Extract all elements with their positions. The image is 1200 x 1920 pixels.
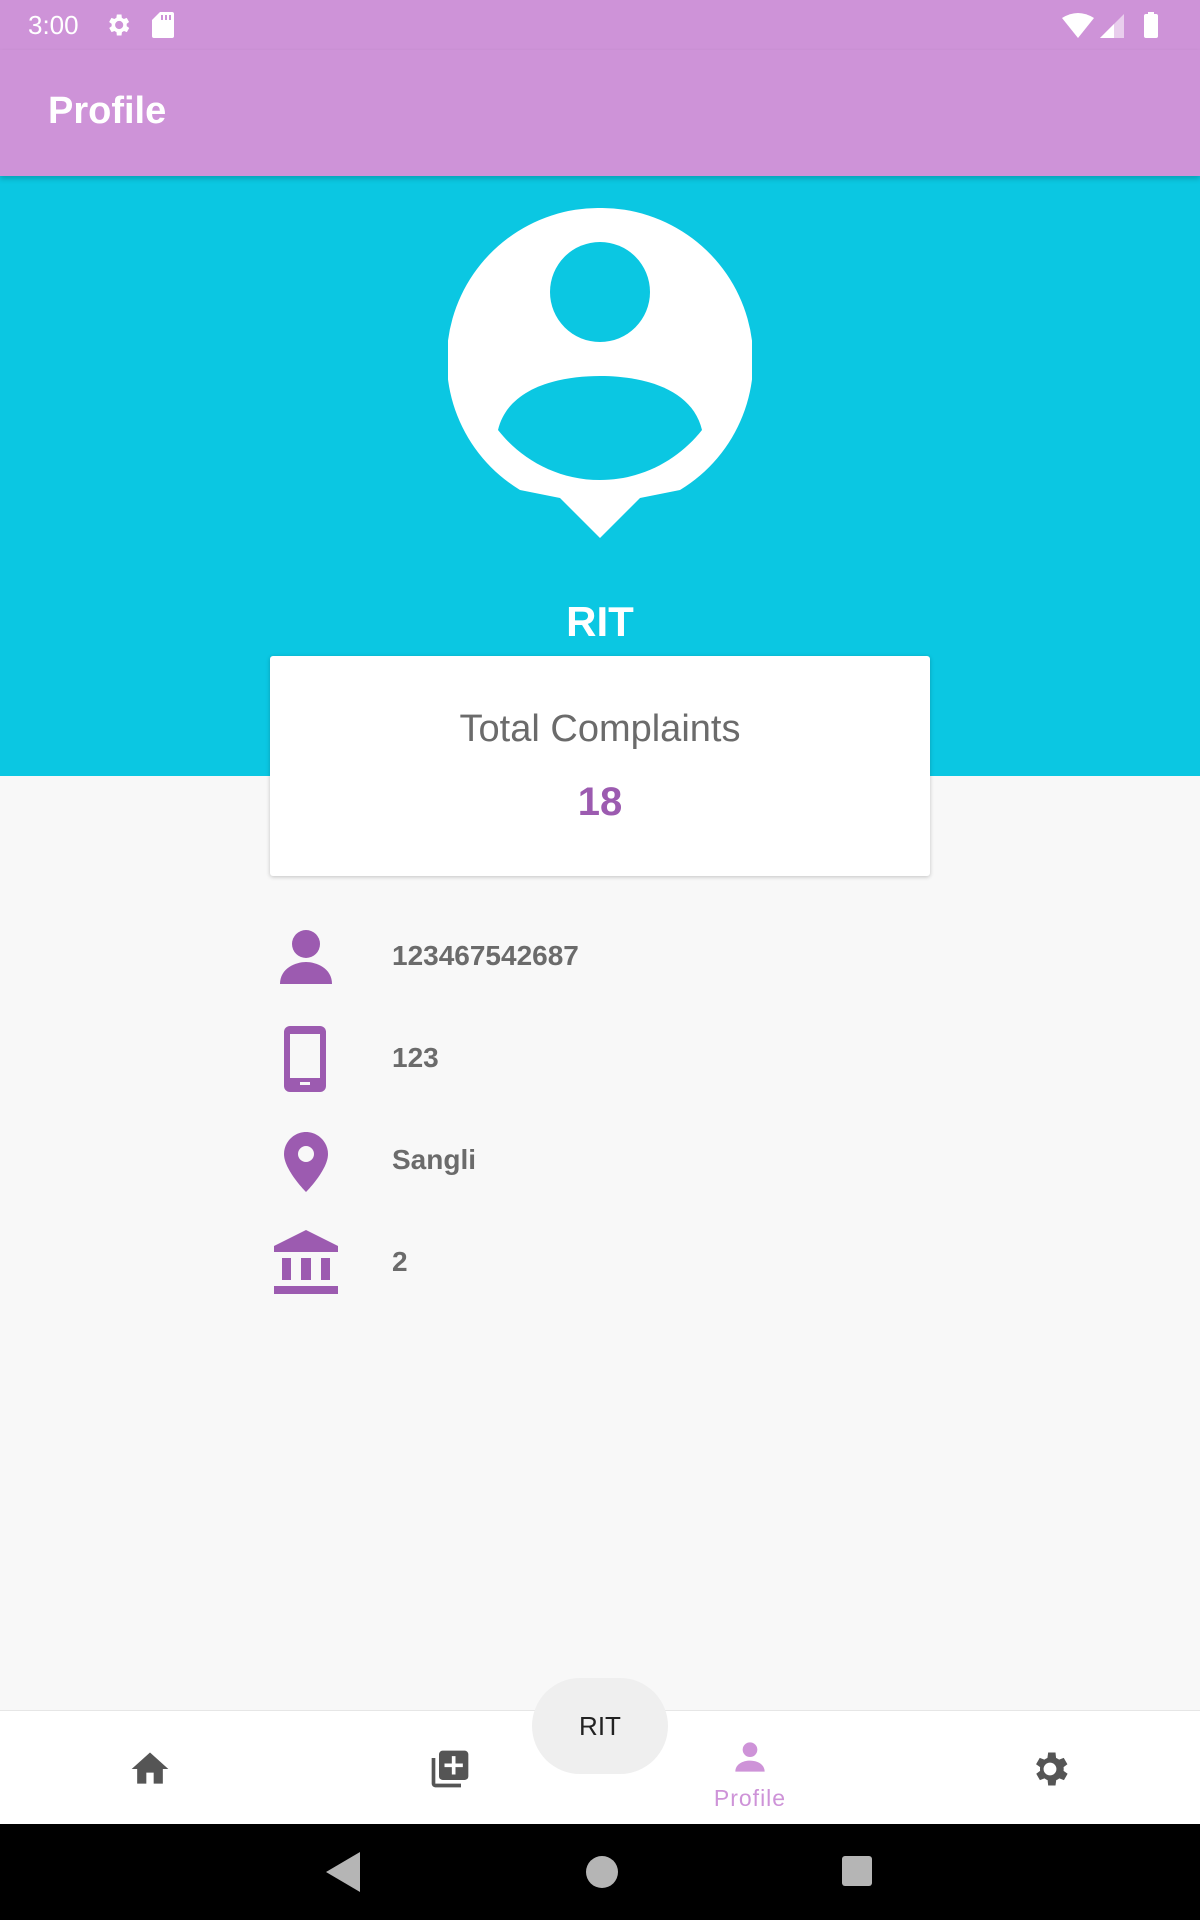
info-value: Sangli bbox=[392, 1144, 477, 1175]
settings-icon bbox=[1036, 1752, 1068, 1786]
sd-card-icon bbox=[152, 12, 174, 38]
add-library-icon bbox=[431, 1750, 469, 1788]
gear-icon bbox=[109, 14, 130, 36]
stat-value: 18 bbox=[577, 780, 623, 824]
status-bar: 3:00 bbox=[0, 0, 1200, 50]
account-pin-icon bbox=[448, 208, 752, 538]
info-row-location: Sangli bbox=[270, 1120, 970, 1200]
info-value: 123467542687 bbox=[392, 940, 579, 971]
info-row-institution: 2 bbox=[270, 1222, 970, 1302]
nav-item-home[interactable] bbox=[0, 1711, 300, 1825]
info-row-id: 123467542687 bbox=[270, 916, 970, 996]
person-icon bbox=[280, 930, 332, 984]
home-button-icon[interactable] bbox=[586, 1856, 618, 1888]
app-bar: Profile bbox=[0, 50, 1200, 176]
back-icon[interactable] bbox=[326, 1852, 360, 1892]
page-title: Profile bbox=[48, 90, 167, 132]
profile-name: RIT bbox=[566, 598, 634, 645]
stat-label: Total Complaints bbox=[459, 708, 741, 750]
recents-icon[interactable] bbox=[842, 1856, 872, 1886]
total-complaints-card: Total Complaints 18 bbox=[270, 656, 930, 876]
toast-message: RIT bbox=[532, 1678, 668, 1774]
status-time: 3:00 bbox=[28, 10, 79, 40]
info-row-phone: 123 bbox=[270, 1018, 970, 1098]
nav-item-settings[interactable] bbox=[900, 1711, 1200, 1825]
location-pin-icon bbox=[284, 1132, 328, 1192]
system-navigation-bar bbox=[0, 1824, 1200, 1920]
battery-icon bbox=[1144, 14, 1158, 38]
nav-label-profile: Profile bbox=[713, 1785, 787, 1811]
person-icon bbox=[735, 1742, 765, 1772]
wifi-icon bbox=[1062, 13, 1094, 38]
institution-icon bbox=[274, 1230, 338, 1294]
info-value: 2 bbox=[392, 1246, 408, 1277]
home-icon bbox=[131, 1752, 169, 1784]
status-indicators bbox=[1062, 12, 1158, 38]
phone-icon bbox=[284, 1026, 326, 1092]
info-value: 123 bbox=[392, 1042, 439, 1073]
